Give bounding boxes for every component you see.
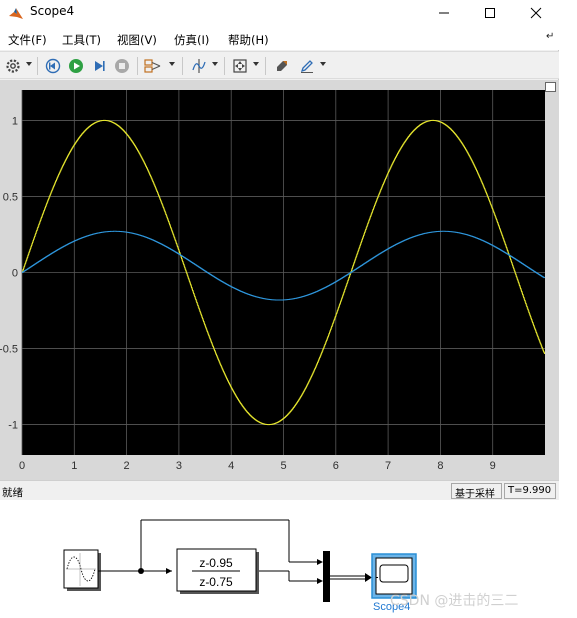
menu-file[interactable]: 文件(F)	[8, 32, 47, 48]
title-bar[interactable]: Scope4	[0, 0, 559, 26]
x-tick-label: 7	[385, 460, 391, 472]
status-text: 就绪	[2, 487, 23, 499]
window-title: Scope4	[30, 4, 75, 18]
settings-icon	[6, 59, 20, 73]
x-tick-label: 6	[333, 460, 339, 472]
settings-dropdown-icon[interactable]	[26, 62, 32, 66]
matlab-icon	[8, 5, 24, 21]
run-button[interactable]	[66, 56, 86, 76]
settings-button[interactable]	[3, 56, 23, 76]
y-tick-label: 0	[12, 268, 18, 280]
transfer-numerator: z-0.95	[199, 556, 233, 570]
mux-block[interactable]	[323, 551, 330, 602]
y-tick-label: 1	[12, 115, 18, 127]
y-tick-label: -1	[8, 420, 18, 432]
scope-plot-area[interactable]: 0 1 2 3 4 5 6 7 8 9 1 0.5 0 -0.5 -1	[0, 80, 559, 480]
zoom-fit-button[interactable]	[230, 56, 250, 76]
menu-help[interactable]: 帮助(H)	[228, 32, 269, 48]
undock-button[interactable]	[545, 82, 556, 92]
step-forward-icon	[95, 61, 105, 71]
sample-mode-indicator: 基于采样	[451, 483, 502, 500]
close-button[interactable]	[513, 0, 559, 26]
toolbar	[0, 51, 559, 79]
toolbar-separator	[182, 57, 183, 75]
toolbar-separator	[137, 57, 138, 75]
highlight-icon	[300, 60, 313, 73]
step-forward-button[interactable]	[89, 56, 109, 76]
branch-point	[138, 568, 144, 574]
menu-view[interactable]: 视图(V)	[117, 32, 157, 48]
x-tick-label: 5	[280, 460, 286, 472]
highlight-dropdown-icon[interactable]	[320, 62, 326, 66]
simulation-time: T=9.990	[504, 483, 556, 499]
x-tick-label: 3	[176, 460, 182, 472]
scope-window: Scope4 文件(F) 工具(T) 视图(V) 仿真(I) 帮助(H) ↵ 0…	[0, 0, 559, 500]
stop-icon	[115, 59, 129, 73]
zoom-fit-icon	[233, 59, 247, 73]
close-icon	[530, 7, 542, 19]
x-tick-label: 2	[124, 460, 130, 472]
toolbar-separator	[265, 57, 266, 75]
x-tick-label: 4	[228, 460, 234, 472]
stop-button[interactable]	[112, 56, 132, 76]
watermark: CSDN @进击的三二	[390, 593, 519, 609]
signal-selector-button[interactable]	[143, 56, 163, 76]
toolbar-separator	[37, 57, 38, 75]
run-icon	[69, 59, 83, 73]
cursor-measure-dropdown-icon[interactable]	[212, 62, 218, 66]
step-back-icon	[45, 58, 61, 74]
scope-screen-icon	[379, 564, 409, 583]
transfer-denominator: z-0.75	[199, 575, 233, 589]
sine-wave-block[interactable]	[63, 549, 101, 591]
minimize-button[interactable]	[421, 0, 467, 26]
menu-bar: 文件(F) 工具(T) 视图(V) 仿真(I) 帮助(H) ↵	[0, 26, 559, 50]
screenshot-root: Scope4 文件(F) 工具(T) 视图(V) 仿真(I) 帮助(H) ↵ 0…	[0, 0, 577, 618]
x-tick-label: 8	[437, 460, 443, 472]
scope-plot[interactable]: 0 1 2 3 4 5 6 7 8 9 1 0.5 0 -0.5 -1	[0, 80, 559, 480]
status-bar: 就绪 基于采样 T=9.990	[0, 480, 559, 500]
y-tick-label: -0.5	[0, 344, 18, 356]
zoom-fit-dropdown-icon[interactable]	[253, 62, 259, 66]
step-back-button[interactable]	[43, 56, 63, 76]
minimize-icon	[439, 12, 449, 14]
toolbar-separator	[224, 57, 225, 75]
x-tick-label: 9	[490, 460, 496, 472]
cursor-measure-button[interactable]	[189, 56, 209, 76]
maximize-button[interactable]	[467, 0, 513, 26]
menu-tools[interactable]: 工具(T)	[62, 32, 101, 48]
style-button[interactable]	[272, 56, 292, 76]
style-icon	[277, 61, 287, 71]
highlight-button[interactable]	[297, 56, 317, 76]
x-tick-label: 0	[19, 460, 25, 472]
cursor-measure-icon	[192, 59, 206, 73]
transfer-function-block[interactable]: z-0.95 z-0.75	[176, 548, 259, 594]
menu-simulation[interactable]: 仿真(I)	[174, 32, 209, 48]
x-tick-label: 1	[71, 460, 77, 472]
dock-arrow-icon[interactable]: ↵	[546, 31, 554, 42]
maximize-icon	[485, 8, 495, 18]
y-tick-label: 0.5	[3, 191, 18, 203]
signal-selector-icon	[144, 59, 161, 73]
signal-selector-dropdown-icon[interactable]	[169, 62, 175, 66]
